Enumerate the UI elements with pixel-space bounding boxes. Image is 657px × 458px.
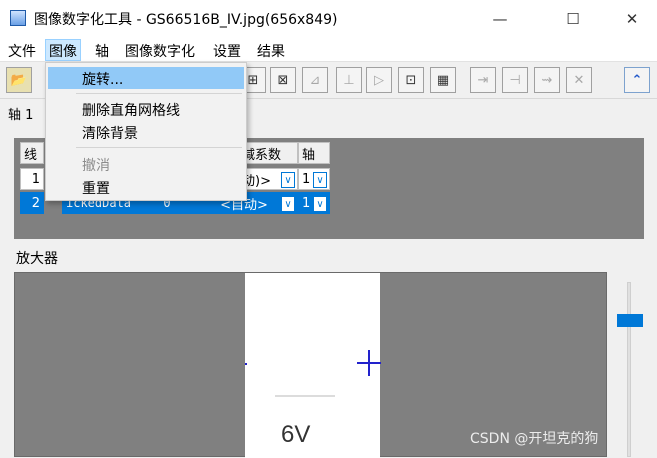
axis-icon: ⊞ (247, 72, 259, 88)
export-graph-button[interactable]: ⊣ (502, 67, 528, 93)
menu-item-undo: 撤消 (82, 158, 110, 174)
table-clear-icon: ▦ (436, 72, 450, 88)
crosshair-left-mark (245, 363, 247, 365)
row-2-number[interactable]: 2 (20, 192, 44, 214)
region-tool-button[interactable]: ▷ (366, 67, 392, 93)
chevron-up-icon: ⌃ (631, 72, 643, 88)
zoom-slider-thumb[interactable] (617, 314, 643, 327)
baseline-icon: ⊥ (343, 72, 355, 88)
row-1-number: 1 (20, 168, 44, 190)
line-tool-button[interactable]: ⊿ (302, 67, 328, 93)
row-2-factor-dropdown-icon[interactable]: ∨ (281, 196, 295, 212)
export-icon: ⇥ (477, 72, 489, 88)
title-bar: 图像数字化工具 - GS66516B_IV.jpg(656x849) — ☐ ✕ (0, 0, 657, 38)
window-title: 图像数字化工具 - GS66516B_IV.jpg(656x849) (34, 12, 338, 28)
watermark: CSDN @开坦克的狗 (470, 431, 599, 447)
menu-separator (76, 93, 242, 94)
graph-export-icon: ⊣ (509, 72, 521, 88)
row-2-axis-value: 1 (302, 195, 311, 211)
menu-file[interactable]: 文件 (4, 39, 40, 61)
export-table-button[interactable]: ⇥ (470, 67, 496, 93)
app-icon (10, 10, 26, 26)
menu-item-reset[interactable]: 重置 (48, 176, 244, 198)
close-button[interactable]: ✕ (609, 0, 655, 38)
region-icon: ▷ (374, 72, 384, 88)
menu-item-remove-grid[interactable]: 删除直角网格线 (48, 98, 244, 120)
grid-icon: ⊠ (277, 72, 289, 88)
row-1-factor[interactable]: 动)> ∨ (238, 168, 298, 190)
folder-icon: 📂 (10, 72, 28, 88)
header-axis: 轴 (298, 142, 330, 164)
image-voltage-text: 6V (281, 421, 311, 448)
header-line: 线 (20, 142, 44, 164)
point-tool-button[interactable]: ⊡ (398, 67, 424, 93)
menu-axis[interactable]: 轴 (91, 39, 113, 61)
baseline-tool-button[interactable]: ⊥ (336, 67, 362, 93)
menu-item-clear-background[interactable]: 清除背景 (48, 121, 244, 143)
collapse-button[interactable]: ⌃ (624, 67, 650, 93)
row-1-axis-dropdown-icon[interactable]: ∨ (313, 172, 327, 188)
menu-separator (76, 147, 242, 148)
row-1-factor-dropdown-icon[interactable]: ∨ (281, 172, 295, 188)
delete-button[interactable]: ✕ (566, 67, 592, 93)
row-1-axis-value: 1 (302, 171, 311, 187)
maximize-button[interactable]: ☐ (550, 0, 596, 38)
menu-bar: 文件 图像 轴 图像数字化 设置 结果 (0, 38, 657, 62)
minimize-button[interactable]: — (477, 0, 523, 38)
row-2-axis[interactable]: 1 ∨ (298, 192, 330, 214)
line-icon: ⊿ (309, 72, 321, 88)
open-file-button[interactable]: 📂 (6, 67, 32, 93)
clear-points-button[interactable]: ▦ (430, 67, 456, 93)
crosshair-vertical (368, 350, 370, 376)
delete-icon: ✕ (573, 72, 585, 88)
curve-icon: ⇝ (541, 72, 553, 88)
point-icon: ⊡ (405, 72, 417, 88)
row-2-axis-dropdown-icon[interactable]: ∨ (313, 196, 327, 212)
image-gridline (275, 395, 335, 397)
grid-setup-button[interactable]: ⊠ (270, 67, 296, 93)
image-menu-dropdown: 旋转... 删除直角网格线 清除背景 撤消 重置 (45, 62, 247, 201)
menu-results[interactable]: 结果 (253, 39, 289, 61)
magnified-image: 6V (245, 273, 381, 458)
menu-item-rotate[interactable]: 旋转... (48, 67, 244, 89)
tab-axis-1[interactable]: 轴 1 (8, 104, 33, 123)
send-curve-button[interactable]: ⇝ (534, 67, 560, 93)
menu-image[interactable]: 图像 (45, 39, 81, 61)
header-factor: 减系数 (238, 142, 298, 164)
magnifier-label: 放大器 (16, 251, 58, 267)
row-1-axis[interactable]: 1 ∨ (298, 168, 330, 190)
menu-settings[interactable]: 设置 (209, 39, 245, 61)
zoom-slider-track[interactable] (627, 282, 631, 457)
menu-digitize[interactable]: 图像数字化 (121, 39, 199, 61)
